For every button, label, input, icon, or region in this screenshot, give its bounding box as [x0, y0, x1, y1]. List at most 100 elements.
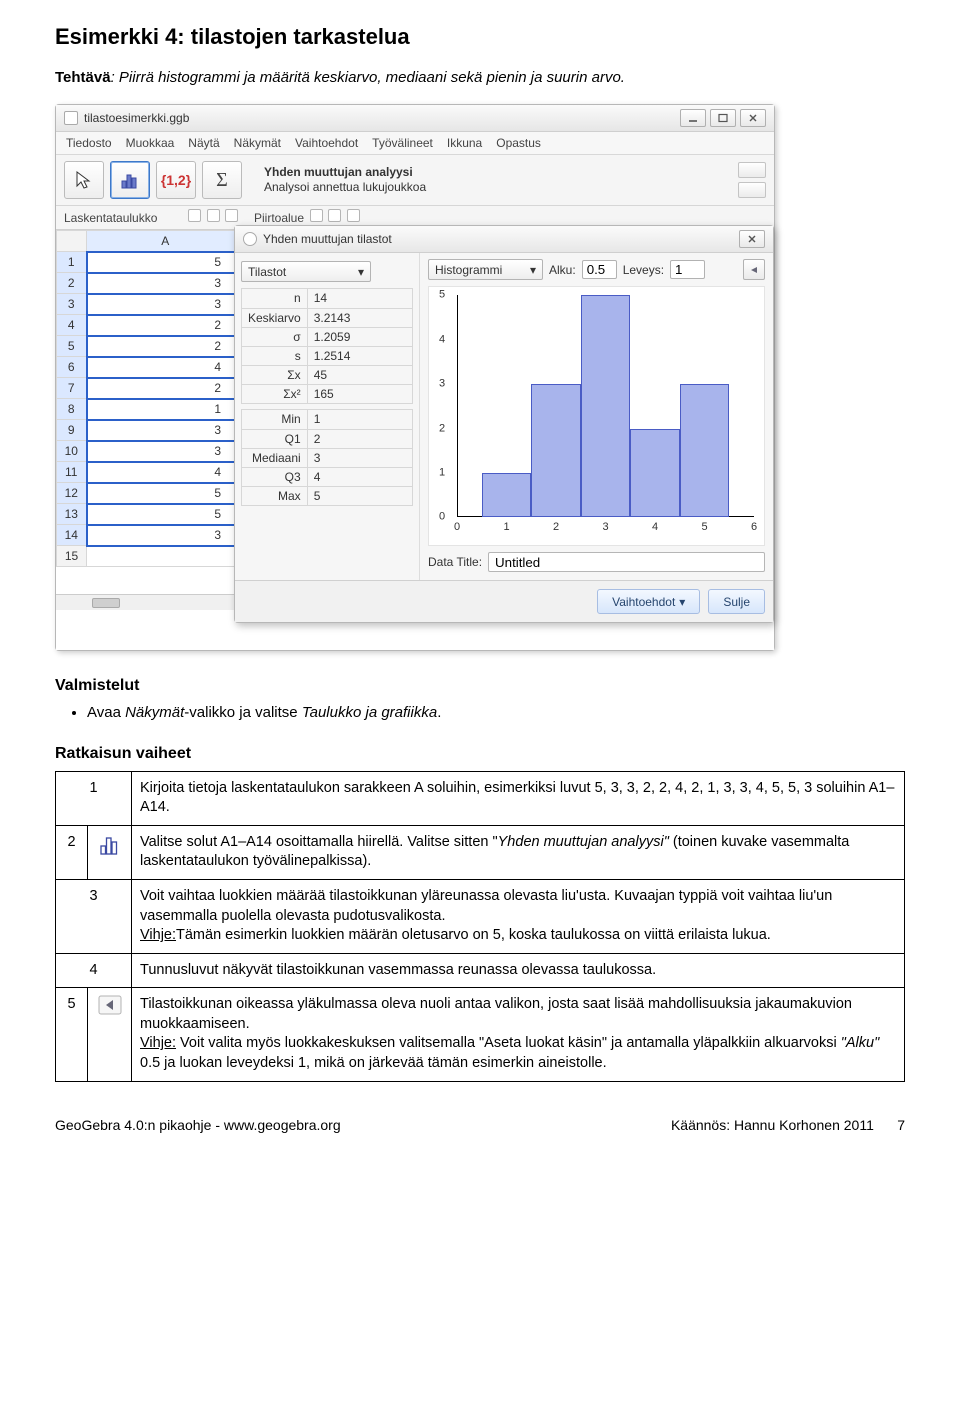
cell[interactable]: 5: [87, 483, 245, 504]
footer-right: Käännös: Hannu Korhonen 2011: [671, 1117, 874, 1133]
row-header[interactable]: 6: [57, 357, 87, 378]
row-header[interactable]: 7: [57, 378, 87, 399]
alku-input[interactable]: [582, 260, 617, 279]
y-tick-label: 5: [439, 288, 445, 303]
col-header-a[interactable]: A: [87, 231, 245, 252]
chart-type-dropdown[interactable]: Histogrammi ▾: [428, 259, 543, 280]
stat-value: 45: [307, 366, 412, 385]
tool-list[interactable]: {1,2}: [156, 161, 196, 199]
chart-options-arrow-button[interactable]: [743, 259, 765, 280]
toolbar-undo-button[interactable]: [738, 162, 766, 178]
leveys-input[interactable]: [670, 260, 705, 279]
cell[interactable]: 3: [87, 441, 245, 462]
prep-text: .: [437, 704, 441, 721]
stat-label: Σx: [242, 366, 308, 385]
cell[interactable]: 5: [87, 504, 245, 525]
window-close-button[interactable]: [740, 109, 766, 127]
row-header[interactable]: 13: [57, 504, 87, 525]
dialog-title: Yhden muuttujan tilastot: [263, 231, 392, 247]
menu-vaihtoehdot[interactable]: Vaihtoehdot: [295, 135, 358, 151]
menu-tiedosto[interactable]: Tiedosto: [66, 135, 112, 151]
row-header[interactable]: 3: [57, 294, 87, 315]
cell[interactable]: 2: [87, 378, 245, 399]
menubar: Tiedosto Muokkaa Näytä Näkymät Vaihtoehd…: [56, 132, 774, 155]
cell[interactable]: 5: [87, 252, 245, 273]
x-tick-label: 5: [701, 520, 707, 535]
row-header[interactable]: 2: [57, 273, 87, 294]
cell[interactable]: 1: [87, 399, 245, 420]
tool-sum[interactable]: Σ: [202, 161, 242, 199]
step-body: Tunnusluvut näkyvät tilastoikkunan vasem…: [140, 962, 656, 978]
options-button[interactable]: Vaihtoehdot ▾: [597, 589, 700, 614]
data-title-input[interactable]: [488, 552, 765, 572]
close-button[interactable]: Sulje: [708, 589, 765, 614]
menu-nayta[interactable]: Näytä: [188, 135, 219, 151]
menu-ikkuna[interactable]: Ikkuna: [447, 135, 482, 151]
cell[interactable]: 3: [87, 273, 245, 294]
spreadsheet[interactable]: A 15 23 33 42 52 64 72 81 93 103 114 125…: [56, 230, 246, 610]
row-header[interactable]: 1: [57, 252, 87, 273]
tool-hint-sub: Analysoi annettua lukujoukkoa: [264, 180, 426, 196]
stat-label: s: [242, 346, 308, 365]
row-header[interactable]: 10: [57, 441, 87, 462]
chevron-down-icon: ▾: [358, 264, 364, 280]
cell[interactable]: 4: [87, 462, 245, 483]
step-body: Yhden muuttujan analyysi": [498, 834, 673, 850]
spreadsheet-hscrollbar[interactable]: [56, 594, 245, 610]
panel-left-close-icon[interactable]: [225, 209, 238, 222]
cell[interactable]: [87, 546, 245, 567]
toolbar-redo-button[interactable]: [738, 182, 766, 198]
row-header[interactable]: 8: [57, 399, 87, 420]
chevron-down-icon: ▾: [679, 594, 685, 610]
main-window: tilastoesimerkki.ggb Tiedosto Muokkaa Nä…: [55, 104, 775, 651]
window-minimize-button[interactable]: [680, 109, 706, 127]
menu-nakymat[interactable]: Näkymät: [234, 135, 281, 151]
step-body: Voit vaihtaa luokkien määrää tilastoikku…: [140, 887, 896, 926]
row-header[interactable]: 5: [57, 336, 87, 357]
menu-tyovalineet[interactable]: Työvälineet: [372, 135, 433, 151]
close-button-label: Sulje: [723, 594, 750, 610]
step-body: Tilastoikkunan oikeassa yläkulmassa olev…: [140, 995, 896, 1034]
row-header[interactable]: 11: [57, 462, 87, 483]
panel-right-max-icon[interactable]: [328, 209, 341, 222]
step-body: Voit valita myös luokkakeskuksen valitse…: [176, 1035, 841, 1051]
histogram-bar: [680, 384, 730, 517]
row-header[interactable]: 9: [57, 420, 87, 441]
dialog-close-icon[interactable]: [739, 230, 765, 248]
geogebra-icon: [243, 232, 257, 246]
menu-opastus[interactable]: Opastus: [496, 135, 541, 151]
panel-right-dock-icon[interactable]: [310, 209, 323, 222]
menu-muokkaa[interactable]: Muokkaa: [126, 135, 175, 151]
one-variable-analysis-icon: [98, 833, 122, 857]
row-header[interactable]: 4: [57, 315, 87, 336]
row-header[interactable]: 15: [57, 546, 87, 567]
step-text: Voit vaihtaa luokkien määrää tilastoikku…: [132, 880, 905, 954]
cell[interactable]: 3: [87, 420, 245, 441]
page-footer: GeoGebra 4.0:n pikaohje - www.geogebra.o…: [55, 1116, 905, 1135]
cell[interactable]: 3: [87, 525, 245, 546]
stat-value: 2: [307, 429, 412, 448]
tool-move[interactable]: [64, 161, 104, 199]
cell[interactable]: 3: [87, 294, 245, 315]
histogram-bar: [630, 429, 680, 518]
stat-label: σ: [242, 327, 308, 346]
y-tick-label: 3: [439, 377, 445, 392]
panel-left-max-icon[interactable]: [207, 209, 220, 222]
panel-left-dock-icon[interactable]: [188, 209, 201, 222]
stats-dropdown[interactable]: Tilastot ▾: [241, 261, 371, 282]
step-number: 2: [56, 825, 88, 879]
step-body: 0.5 ja luokan leveydeksi 1, mikä on järk…: [140, 1055, 607, 1071]
row-header[interactable]: 14: [57, 525, 87, 546]
cell[interactable]: 2: [87, 336, 245, 357]
window-maximize-button[interactable]: [710, 109, 736, 127]
stat-value: 4: [307, 468, 412, 487]
panel-right-close-icon[interactable]: [347, 209, 360, 222]
cell[interactable]: 4: [87, 357, 245, 378]
stat-value: 3: [307, 448, 412, 467]
cell[interactable]: 2: [87, 315, 245, 336]
row-header[interactable]: 12: [57, 483, 87, 504]
x-tick-label: 3: [602, 520, 608, 535]
panel-graphics-label: Piirtoalue: [254, 210, 304, 226]
stats-dialog: Yhden muuttujan tilastot Tilastot ▾ n14: [234, 225, 774, 623]
tool-one-variable-analysis[interactable]: [110, 161, 150, 199]
